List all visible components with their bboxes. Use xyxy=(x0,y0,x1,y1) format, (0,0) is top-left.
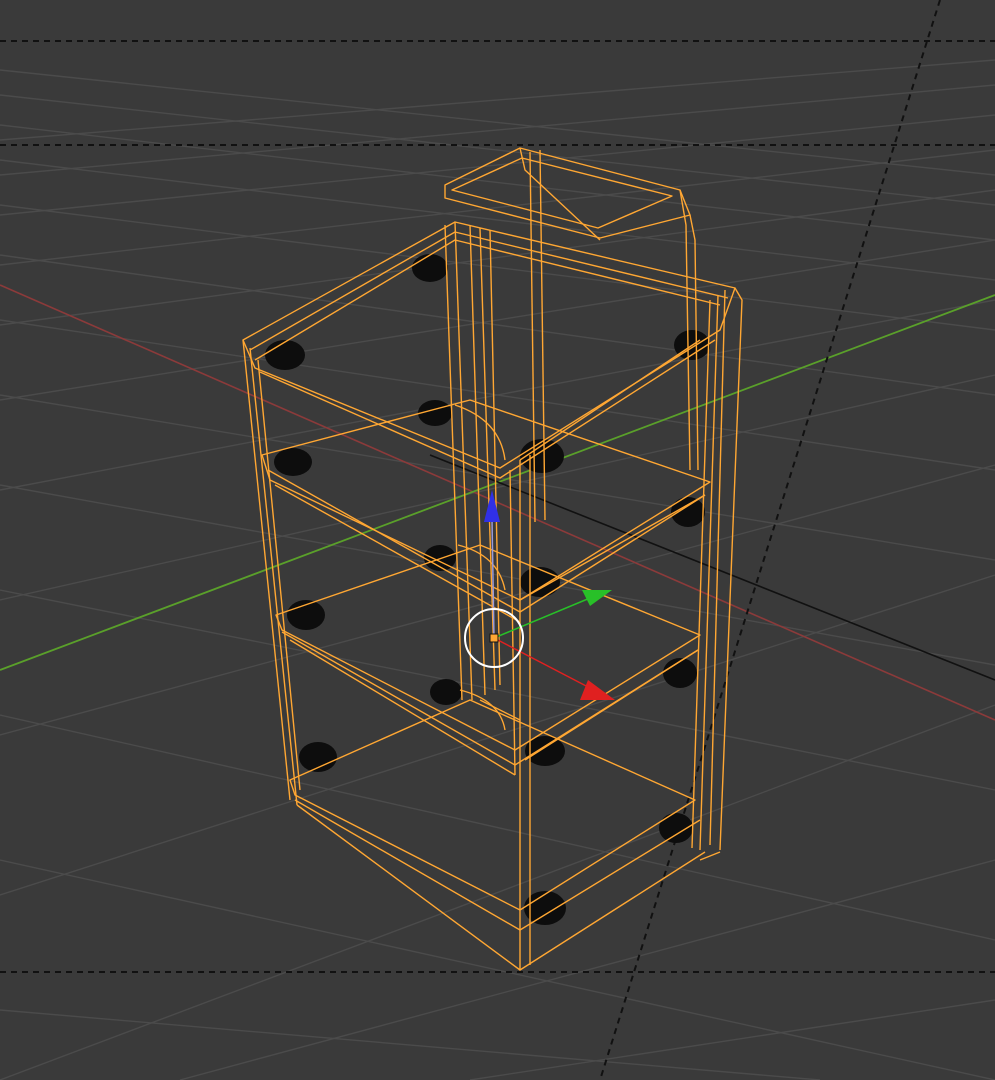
3d-viewport[interactable] xyxy=(0,0,995,1080)
pivot-origin-point xyxy=(489,633,499,643)
